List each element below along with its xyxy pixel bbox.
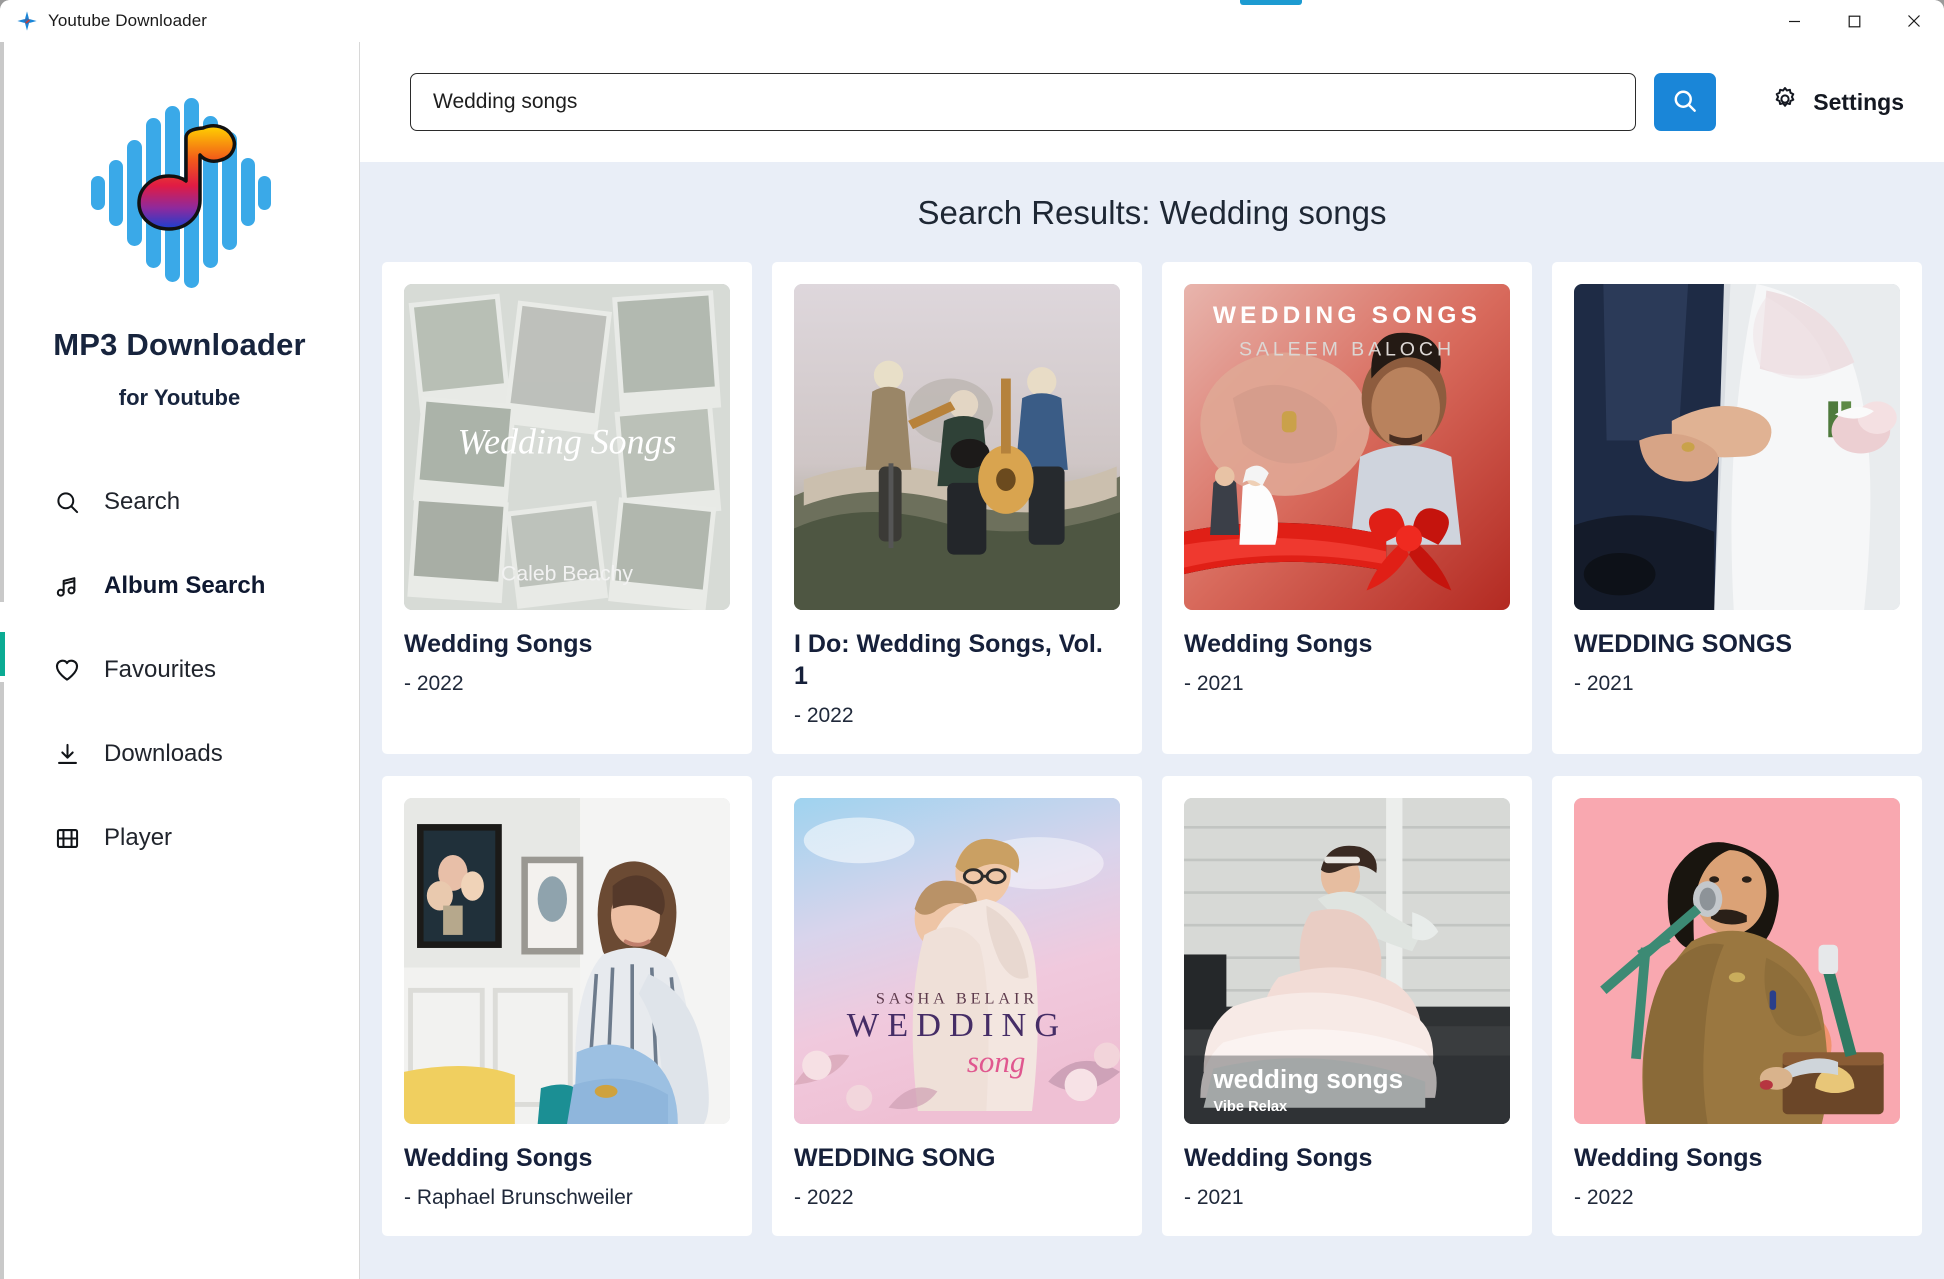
settings-button[interactable]: Settings xyxy=(1771,85,1904,119)
svg-text:WEDDING: WEDDING xyxy=(847,1006,1068,1044)
app-logo-icon xyxy=(16,10,38,32)
album-cover-image xyxy=(1574,798,1900,1124)
album-card[interactable]: WEDDING SONGS SALEEM BALOCH Wedding Song… xyxy=(1162,262,1532,754)
sidebar-item-player[interactable]: Player xyxy=(52,807,359,869)
album-title: I Do: Wedding Songs, Vol. 1 xyxy=(794,630,1103,690)
brand-subtitle: for Youtube xyxy=(118,385,241,410)
sidebar-item-favourites[interactable]: Favourites xyxy=(52,639,359,701)
album-subtitle: - 2022 xyxy=(794,1186,854,1209)
window-title: Youtube Downloader xyxy=(48,11,208,30)
svg-text:song: song xyxy=(967,1044,1026,1079)
album-title: Wedding Songs xyxy=(1184,630,1373,658)
brand-title: MP3 Downloader xyxy=(53,327,306,362)
title-bar-left: Youtube Downloader xyxy=(0,10,207,32)
sidebar-item-label: Search xyxy=(104,488,181,515)
album-card[interactable]: Wedding Songs Caleb Beachy Wedding Songs… xyxy=(382,262,752,754)
heart-icon xyxy=(52,655,82,685)
album-title: Wedding Songs xyxy=(404,630,593,658)
album-subtitle: - 2021 xyxy=(1184,1186,1244,1209)
top-tab-sliver xyxy=(1240,0,1302,5)
music-note-icon xyxy=(52,571,82,601)
svg-text:WEDDING SONGS: WEDDING SONGS xyxy=(1213,302,1481,329)
album-subtitle: - 2022 xyxy=(794,704,854,727)
search-icon xyxy=(52,487,82,517)
sidebar-item-label: Album Search xyxy=(104,572,266,599)
app-window: Youtube Downloader MP3 Downloader for Yo… xyxy=(0,0,1944,1279)
album-card[interactable]: Wedding Songs - Raphael Brunschweiler xyxy=(382,776,752,1236)
album-cover-image xyxy=(794,284,1120,610)
album-cover-image: Wedding Songs Caleb Beachy xyxy=(404,284,730,610)
svg-text:Wedding Songs: Wedding Songs xyxy=(458,422,677,462)
album-title: Wedding Songs xyxy=(1574,1144,1763,1172)
download-icon xyxy=(52,739,82,769)
top-toolbar: Settings xyxy=(360,42,1944,162)
album-grid: Wedding Songs Caleb Beachy Wedding Songs… xyxy=(382,262,1922,1236)
minimize-button[interactable] xyxy=(1764,0,1824,42)
sidebar-item-label: Favourites xyxy=(104,656,217,683)
sidebar-item-album-search[interactable]: Album Search xyxy=(52,555,359,617)
album-subtitle: - 2022 xyxy=(404,672,464,695)
album-title: Wedding Songs xyxy=(1184,1144,1373,1172)
album-title: Wedding Songs xyxy=(404,1144,593,1172)
album-subtitle: - 2021 xyxy=(1574,672,1634,695)
album-cover-image: wedding songs Vibe Relax xyxy=(1184,798,1510,1124)
results-heading: Search Results: Wedding songs xyxy=(917,194,1387,231)
svg-text:wedding songs: wedding songs xyxy=(1212,1064,1403,1094)
search-icon xyxy=(1671,87,1699,118)
sidebar-item-downloads[interactable]: Downloads xyxy=(52,723,359,785)
film-icon xyxy=(52,823,82,853)
brand-logo xyxy=(75,84,285,299)
album-title: WEDDING SONG xyxy=(794,1144,996,1172)
album-card[interactable]: wedding songs Vibe Relax Wedding Songs -… xyxy=(1162,776,1532,1236)
album-card[interactable]: WEDDING SONGS - 2021 xyxy=(1552,262,1922,754)
album-card[interactable]: Wedding Songs - 2022 xyxy=(1552,776,1922,1236)
window-body: MP3 Downloader for Youtube Search Album … xyxy=(0,42,1944,1279)
album-card[interactable]: I Do: Wedding Songs, Vol. 1 - 2022 xyxy=(772,262,1142,754)
album-subtitle: - 2021 xyxy=(1184,672,1244,695)
svg-text:Vibe Relax: Vibe Relax xyxy=(1213,1099,1288,1115)
album-cover-image xyxy=(1574,284,1900,610)
sidebar-item-label: Downloads xyxy=(104,740,223,767)
album-title: WEDDING SONGS xyxy=(1574,630,1793,658)
gear-icon xyxy=(1771,85,1799,119)
search-input[interactable] xyxy=(410,73,1637,131)
album-cover-image: WEDDING SONGS SALEEM BALOCH xyxy=(1184,284,1510,610)
window-left-edge-top xyxy=(0,42,4,602)
album-subtitle: - 2022 xyxy=(1574,1186,1634,1209)
svg-text:Caleb Beachy: Caleb Beachy xyxy=(501,563,633,586)
results-panel: Search Results: Wedding songs Wedding So… xyxy=(360,162,1944,1279)
title-bar: Youtube Downloader xyxy=(0,0,1944,42)
svg-text:SASHA BELAIR: SASHA BELAIR xyxy=(876,988,1038,1007)
svg-text:SALEEM BALOCH: SALEEM BALOCH xyxy=(1239,339,1455,361)
sidebar-item-label: Player xyxy=(104,824,173,851)
sidebar-item-search[interactable]: Search xyxy=(52,471,359,533)
album-subtitle: - Raphael Brunschweiler xyxy=(404,1186,633,1209)
sidebar-nav: Search Album Search Favourites Downloads… xyxy=(0,471,359,891)
window-left-accent xyxy=(0,632,5,676)
close-button[interactable] xyxy=(1884,0,1944,42)
sidebar: MP3 Downloader for Youtube Search Album … xyxy=(0,42,360,1279)
window-controls xyxy=(1764,0,1944,42)
album-cover-image xyxy=(404,798,730,1124)
search-button[interactable] xyxy=(1654,73,1717,131)
album-cover-image: SASHA BELAIR WEDDING song xyxy=(794,798,1120,1124)
window-left-edge-bottom xyxy=(0,682,4,1279)
maximize-button[interactable] xyxy=(1824,0,1884,42)
main-area: Settings Search Results: Wedding songs xyxy=(360,42,1944,1279)
album-card[interactable]: SASHA BELAIR WEDDING song WEDDING SONG -… xyxy=(772,776,1142,1236)
settings-label: Settings xyxy=(1813,88,1904,115)
